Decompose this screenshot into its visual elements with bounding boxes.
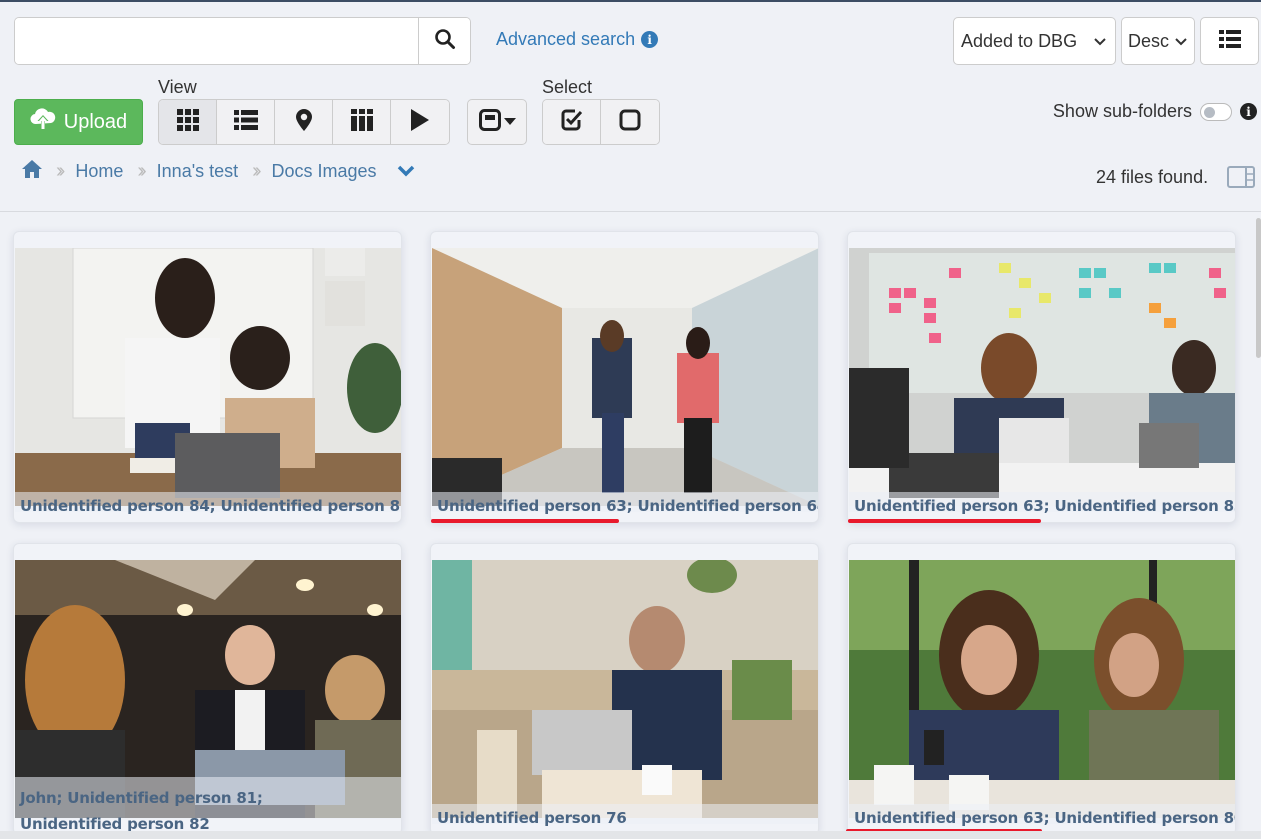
caret-down-icon <box>503 113 516 131</box>
card-caption: Unidentified person 76 <box>437 809 627 827</box>
sort-field-value: Added to DBG <box>961 30 1078 51</box>
side-panel-icon <box>1227 166 1255 192</box>
card-size-icon <box>478 108 501 136</box>
select-all-button[interactable] <box>543 100 601 144</box>
search-box <box>14 17 471 65</box>
advanced-search-link[interactable]: Advanced search i <box>496 29 659 50</box>
breadcrumb-separator-icon: ›› <box>252 160 262 182</box>
chevron-down-icon[interactable] <box>397 161 415 182</box>
card-size-dropdown[interactable] <box>467 99 527 145</box>
file-card[interactable]: Unidentified person 84; Unidentified per… <box>13 231 402 523</box>
side-panel-toggle[interactable] <box>1227 166 1255 193</box>
file-card[interactable]: Unidentified person 63; Unidentified per… <box>430 231 819 523</box>
breadcrumb-item-home[interactable]: Home <box>75 161 123 182</box>
chevron-down-icon <box>1093 31 1107 52</box>
photo-thumbnail <box>849 560 1235 818</box>
breadcrumb-item-innas-test[interactable]: Inna's test <box>157 161 238 182</box>
view-slideshow-button[interactable] <box>391 100 449 144</box>
search-button[interactable] <box>418 18 470 64</box>
breadcrumb-separator-icon: ›› <box>56 160 66 182</box>
search-input[interactable] <box>15 18 418 64</box>
advanced-search-label: Advanced search <box>496 29 636 49</box>
list-icon <box>233 109 258 135</box>
divider <box>0 211 1261 212</box>
search-icon <box>434 28 456 55</box>
highlight-underline <box>848 519 1041 523</box>
photo-thumbnail <box>15 248 401 506</box>
view-mode-group <box>158 99 450 145</box>
photo-thumbnail <box>849 248 1235 506</box>
view-list-button[interactable] <box>217 100 275 144</box>
sort-field-select[interactable]: Added to DBG <box>953 17 1116 65</box>
sort-direction-value: Desc <box>1128 30 1170 51</box>
list-icon <box>1218 29 1241 53</box>
file-card[interactable]: Unidentified person 63; Unidentified per… <box>847 543 1236 835</box>
photo-thumbnail <box>432 248 818 506</box>
bottom-bar <box>0 831 1261 839</box>
play-icon <box>411 108 429 136</box>
cloud-upload-icon <box>30 107 56 137</box>
view-label: View <box>158 77 197 97</box>
info-circle-icon[interactable]: i <box>641 31 659 48</box>
file-card[interactable]: John; Unidentified person 81; Unidentifi… <box>13 543 402 835</box>
breadcrumb: ›› Home ›› Inna's test ›› Docs Images <box>22 160 415 183</box>
file-card[interactable]: Unidentified person 76 <box>430 543 819 835</box>
select-none-button[interactable] <box>601 100 659 144</box>
chevron-down-icon <box>1174 31 1188 52</box>
card-caption: Unidentified person 63; Unidentified per… <box>437 497 819 515</box>
view-grid-button[interactable] <box>159 100 217 144</box>
upload-button[interactable]: Upload <box>14 99 143 145</box>
upload-label: Upload <box>63 110 128 133</box>
home-icon[interactable] <box>22 160 42 183</box>
checkbox-empty-icon <box>619 109 641 136</box>
card-caption: Unidentified person 63; Unidentified per… <box>854 497 1236 515</box>
card-caption: Unidentified person 63; Unidentified per… <box>854 809 1236 827</box>
show-subfolders-label: Show sub-folders <box>1052 101 1192 121</box>
photo-thumbnail <box>432 560 818 818</box>
show-subfolders-control: Show sub-folders i <box>1053 101 1257 122</box>
card-caption: Unidentified person 84; Unidentified per… <box>20 497 402 515</box>
breadcrumb-separator-icon: ›› <box>137 160 147 182</box>
sort-direction-select[interactable]: Desc <box>1121 17 1195 65</box>
show-subfolders-toggle[interactable] <box>1200 102 1232 121</box>
highlight-underline <box>431 519 619 523</box>
info-circle-icon[interactable]: i <box>1240 103 1257 120</box>
breadcrumb-item-docs-images[interactable]: Docs Images <box>271 161 376 182</box>
files-found-count: 24 files found. <box>1096 167 1209 187</box>
file-card[interactable]: Unidentified person 63; Unidentified per… <box>847 231 1236 523</box>
select-label: Select <box>542 77 593 97</box>
select-group <box>542 99 660 145</box>
scrollbar[interactable] <box>1256 218 1261 358</box>
card-caption: John; Unidentified person 81; Unidentifi… <box>20 789 263 833</box>
grid-icon <box>176 108 199 136</box>
checkbox-checked-icon <box>561 109 583 136</box>
list-view-toggle-button[interactable] <box>1200 17 1259 65</box>
view-map-button[interactable] <box>275 100 333 144</box>
view-columns-button[interactable] <box>333 100 391 144</box>
columns-icon <box>350 108 373 136</box>
map-marker-icon <box>295 108 312 136</box>
